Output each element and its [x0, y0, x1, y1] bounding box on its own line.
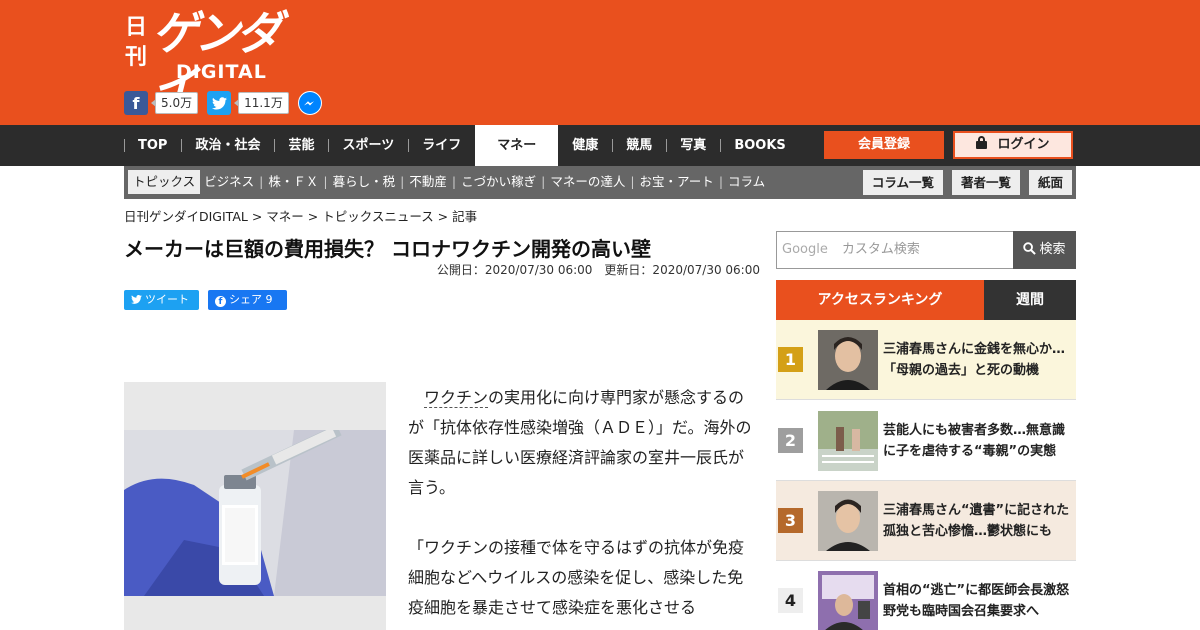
nav-item-money[interactable]: マネー [475, 125, 559, 166]
article-photo [124, 382, 386, 630]
logo-digital-text: DIGITAL [176, 61, 267, 83]
column-list-button[interactable]: コラム一覧 [862, 170, 943, 195]
facebook-share-button[interactable]: f シェア 9 [208, 290, 287, 310]
search-button[interactable]: 検索 [1013, 231, 1076, 269]
ranking-thumbnail [818, 330, 878, 390]
search-input[interactable]: Google カスタム検索 [777, 232, 1013, 268]
twitter-count: 11.1万 [234, 92, 289, 114]
article-title: メーカーは巨額の費用損失？ コロナワクチン開発の高い壁 [124, 237, 651, 261]
ranking-title: 首相の“逃亡”に都医師会長激怒 野党も臨時国会召集要求へ [883, 580, 1073, 622]
nav-item-top[interactable]: TOP [124, 125, 181, 166]
facebook-icon: f [215, 296, 226, 307]
subnav-item-money-master[interactable]: マネーの達人 [546, 170, 629, 194]
ranking-title-line: 芸能人にも被害者多数…無意識 [883, 423, 1066, 438]
breadcrumb[interactable]: 日刊ゲンダイDIGITAL > マネー > トピックスニュース > 記事 [124, 206, 477, 225]
site-search: Google カスタム検索 検索 [776, 231, 1076, 269]
register-button[interactable]: 会員登録 [824, 131, 944, 159]
rank-number: 4 [778, 588, 803, 613]
facebook-count: 5.0万 [150, 92, 199, 114]
login-label: ログイン [997, 137, 1050, 152]
keyword-link[interactable]: ワクチン [424, 388, 489, 408]
facebook-icon[interactable]: f [124, 91, 148, 115]
tab-access-ranking[interactable]: アクセスランキング [776, 280, 984, 320]
nav-item-sports[interactable]: スポーツ [328, 125, 408, 166]
ranking-title: 三浦春馬さん“遺書”に記された 孤独と苦心惨憺…鬱状態にも [883, 500, 1073, 542]
ranking-thumbnail [818, 491, 878, 551]
nav-item-photo[interactable]: 写真 [666, 125, 720, 166]
sub-nav: トピックス ビジネス | 株・ＦＸ | 暮らし・税 | 不動産 | こづかい稼ぎ… [124, 166, 1076, 199]
ranking-title-line: 三浦春馬さんに金銭を無心か… [883, 342, 1066, 357]
subnav-item-topics[interactable]: トピックス [128, 170, 201, 194]
nav-item-books[interactable]: BOOKS [720, 125, 799, 166]
site-header: 日刊 ゲンダイ DIGITAL f 5.0万 11.1万 [0, 0, 1200, 125]
ranking-tabs: アクセスランキング 週間 [776, 280, 1076, 320]
search-button-label: 検索 [1039, 242, 1066, 257]
share-label: シェア 9 [229, 293, 273, 306]
ranking-item[interactable]: 4 首相の“逃亡”に都医師会長激怒 野党も臨時国会召集要求へ [776, 561, 1076, 630]
ranking-thumbnail [818, 411, 878, 471]
author-list-button[interactable]: 著者一覧 [951, 170, 1020, 195]
ranking-title-line: 孤独と苦心惨憺…鬱状態にも [883, 524, 1053, 539]
article-paragraph: 「ワクチンの接種で体を守るはずの抗体が免疫細胞などへウイルスの感染を促し、感染し… [408, 538, 745, 617]
nav-item-keiba[interactable]: 競馬 [612, 125, 666, 166]
ranking-item[interactable]: 3 三浦春馬さん“遺書”に記された 孤独と苦心惨憺…鬱状態にも [776, 481, 1076, 561]
paper-button[interactable]: 紙面 [1028, 170, 1072, 195]
ranking-item[interactable]: 1 三浦春馬さんに金銭を無心か… 「母親の過去」と死の動機 [776, 320, 1076, 400]
nav-item-life[interactable]: ライフ [408, 125, 475, 166]
tweet-label: ツイート [145, 293, 189, 306]
ranking-title-line: 三浦春馬さん“遺書”に記された [883, 503, 1070, 518]
nav-item-entertainment[interactable]: 芸能 [274, 125, 328, 166]
rank-number: 3 [778, 508, 803, 533]
subnav-item-living-tax[interactable]: 暮らし・税 [329, 170, 400, 194]
google-logo: Google [782, 242, 828, 257]
ranking-title: 三浦春馬さんに金銭を無心か… 「母親の過去」と死の動機 [883, 339, 1073, 381]
messenger-icon[interactable] [297, 91, 322, 115]
ranking-item[interactable]: 2 芸能人にも被害者多数…無意識 に子を虐待する“毒親”の実態 [776, 401, 1076, 481]
article-body: ワクチンの実用化に向け専門家が懸念するのが「抗体依存性感染増強（ＡＤＥ）」だ。海… [408, 383, 753, 630]
ranking-title-line: 首相の“逃亡”に都医師会長激怒 [883, 583, 1070, 598]
ranking-title-line: 「母親の過去」と死の動機 [883, 363, 1040, 378]
ranking-title-line: に子を虐待する“毒親”の実態 [883, 444, 1057, 459]
article-paragraph: ワクチンの実用化に向け専門家が懸念するのが「抗体依存性感染増強（ＡＤＥ）」だ。海… [408, 383, 753, 503]
rank-number: 1 [778, 347, 803, 372]
tweet-button[interactable]: ツイート [124, 290, 199, 310]
ranking-title: 芸能人にも被害者多数…無意識 に子を虐待する“毒親”の実態 [883, 420, 1073, 462]
twitter-icon [131, 295, 142, 304]
twitter-icon[interactable] [207, 91, 232, 115]
subnav-buttons: コラム一覧 著者一覧 紙面 [854, 170, 1072, 195]
site-logo[interactable]: 日刊 ゲンダイ DIGITAL [124, 6, 304, 114]
search-placeholder: カスタム検索 [841, 242, 920, 257]
rank-number: 2 [778, 428, 803, 453]
nav-item-health[interactable]: 健康 [558, 125, 612, 166]
subnav-item-business[interactable]: ビジネス [200, 170, 258, 194]
subnav-item-real-estate[interactable]: 不動産 [405, 170, 451, 194]
login-button[interactable]: ログイン [953, 131, 1073, 159]
lock-icon [976, 136, 988, 149]
nav-item-politics[interactable]: 政治・社会 [181, 125, 274, 166]
article-dates: 公開日：2020/07/30 06:00 更新日：2020/07/30 06:0… [436, 263, 760, 277]
ranking-title-line: 野党も臨時国会召集要求へ [883, 604, 1040, 619]
tab-weekly[interactable]: 週間 [984, 280, 1076, 320]
logo-nikkan-text: 日刊 [124, 14, 147, 70]
subnav-item-treasure-art[interactable]: お宝・アート [636, 170, 718, 194]
subnav-item-stocks-fx[interactable]: 株・ＦＸ [264, 170, 322, 194]
subnav-item-column[interactable]: コラム [724, 170, 769, 194]
subnav-item-side-income[interactable]: こづかい稼ぎ [457, 170, 540, 194]
social-share-bar: f 5.0万 11.1万 [124, 91, 322, 115]
search-icon [1023, 242, 1037, 255]
ranking-thumbnail [818, 571, 878, 630]
